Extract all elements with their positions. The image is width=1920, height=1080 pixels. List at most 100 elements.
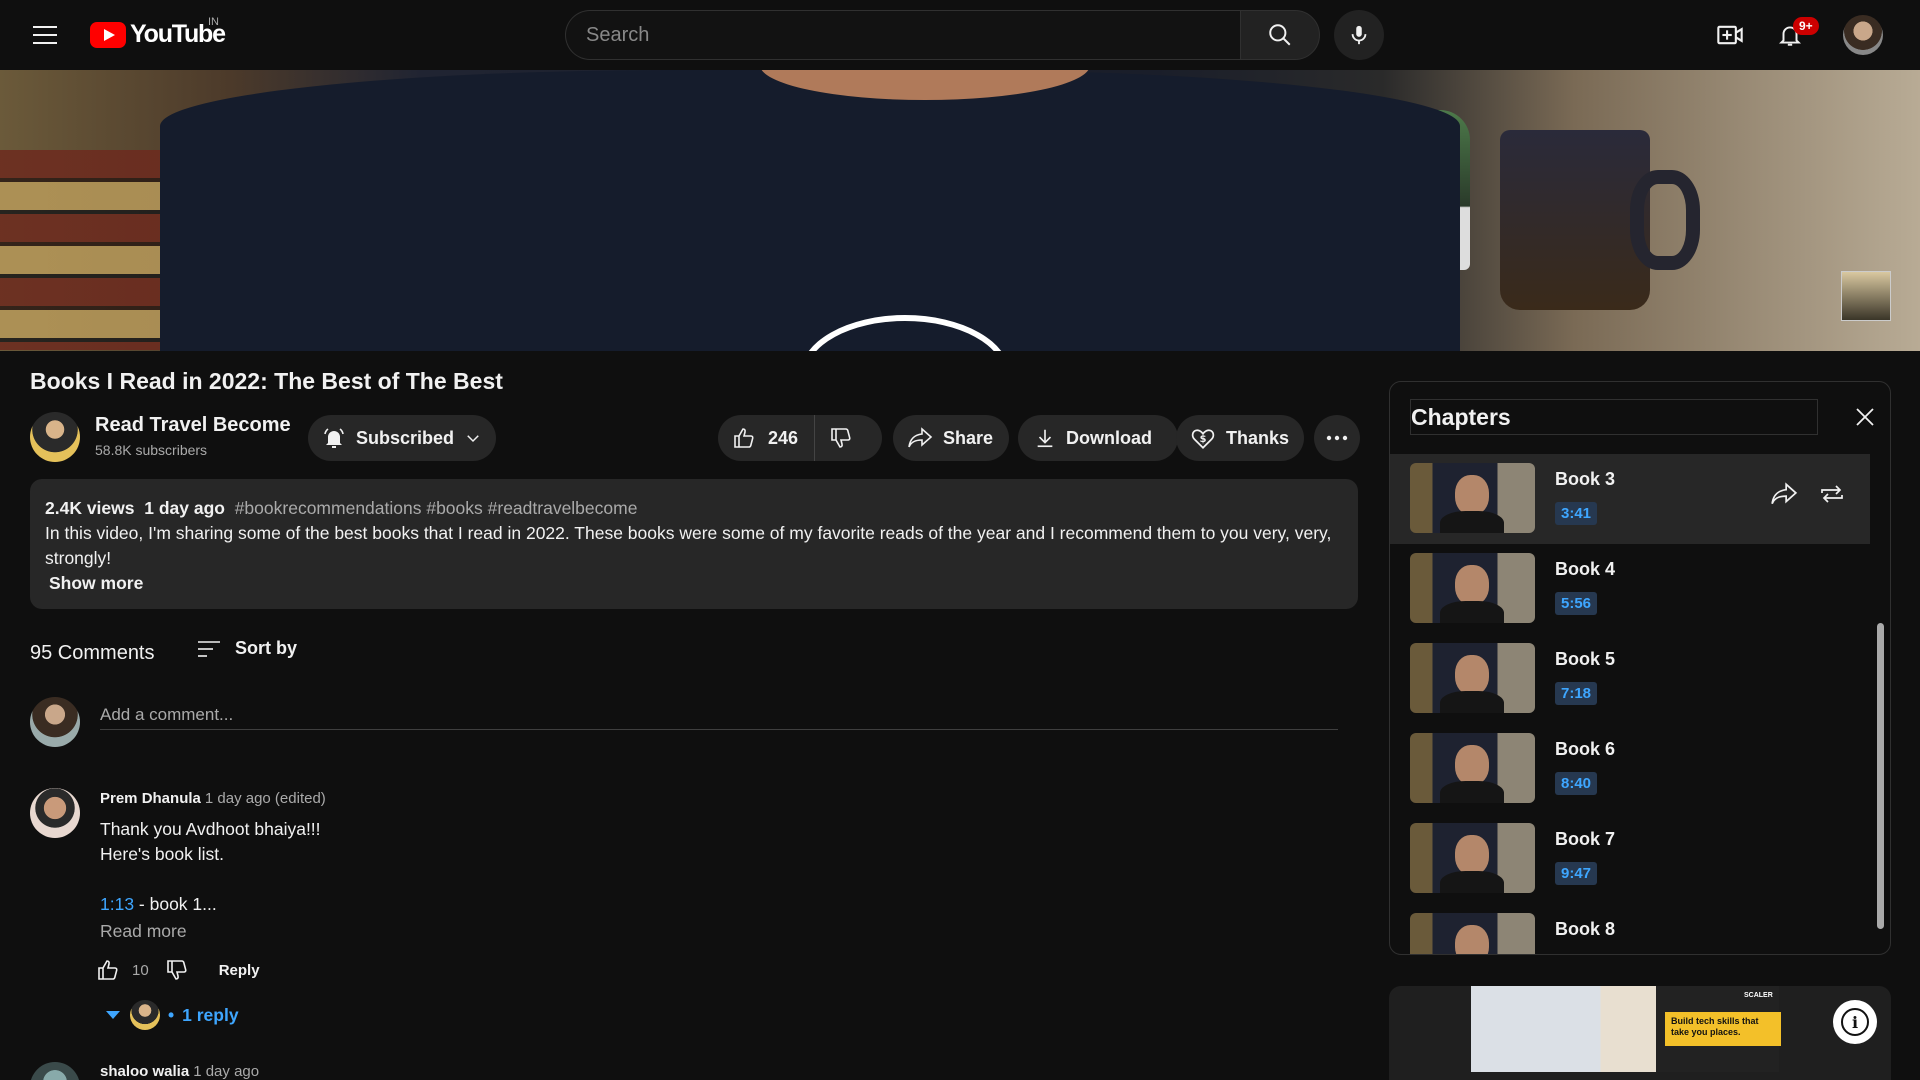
search-button[interactable]	[1240, 10, 1320, 60]
subscribe-button[interactable]: Subscribed	[308, 415, 496, 461]
comment-text: Thank you Avdhoot bhaiya!!! Here's book …	[100, 817, 321, 917]
mic-icon	[1351, 25, 1367, 45]
ad-info-button[interactable]: i	[1833, 1000, 1877, 1044]
comment-author[interactable]: Prem Dhanula	[100, 790, 201, 807]
view-replies-button[interactable]: • 1 reply	[104, 1000, 239, 1030]
comment-author-avatar[interactable]	[30, 788, 80, 838]
like-dislike-group: 246	[718, 415, 882, 461]
thanks-label: Thanks	[1226, 427, 1290, 448]
comment-time[interactable]: 1 day ago (edited)	[205, 790, 326, 807]
thanks-button[interactable]: $ Thanks	[1176, 415, 1304, 461]
chapter-thumbnail	[1410, 913, 1535, 954]
chapter-thumbnail	[1410, 733, 1535, 803]
info-icon: i	[1841, 1008, 1869, 1036]
chapter-item[interactable]: Book 3 3:41	[1390, 454, 1870, 544]
chapters-title: Chapters	[1410, 399, 1818, 435]
voice-search-button[interactable]	[1334, 10, 1384, 60]
dislike-icon[interactable]	[165, 958, 189, 982]
more-icon	[1326, 435, 1348, 441]
create-button[interactable]	[1710, 15, 1750, 55]
chapter-item[interactable]: Book 8	[1390, 904, 1870, 954]
top-bar: YouTube IN 9+	[0, 0, 1920, 70]
youtube-logo[interactable]: YouTube	[90, 20, 226, 49]
video-player[interactable]	[0, 70, 1920, 351]
menu-icon[interactable]	[26, 20, 64, 50]
description-meta: 2.4K views 1 day ago #bookrecommendation…	[45, 496, 1343, 521]
add-comment-input[interactable]	[100, 700, 1338, 730]
channel-avatar[interactable]	[30, 412, 80, 462]
channel-name[interactable]: Read Travel Become	[95, 414, 291, 437]
show-more-button[interactable]: Show more	[49, 571, 1343, 596]
hashtags[interactable]: #bookrecommendations #books #readtravelb…	[235, 498, 638, 518]
comment-time[interactable]: 1 day ago	[193, 1063, 259, 1080]
chapters-scrollbar[interactable]	[1877, 623, 1884, 929]
close-chapters-button[interactable]	[1850, 402, 1880, 432]
subscriber-count: 58.8K subscribers	[95, 442, 208, 458]
close-icon	[1856, 408, 1874, 426]
comment-author[interactable]: shaloo walia	[100, 1063, 189, 1080]
dislike-button[interactable]	[815, 415, 853, 461]
video-mug	[1500, 130, 1650, 310]
share-icon[interactable]	[1770, 482, 1798, 506]
chapter-name: Book 8	[1555, 919, 1616, 939]
chapter-thumbnail	[1410, 823, 1535, 893]
chapter-time: 5:56	[1555, 592, 1598, 615]
share-label: Share	[943, 427, 994, 448]
upload-date: 1 day ago	[144, 498, 225, 518]
download-icon	[1037, 429, 1053, 448]
chapter-item[interactable]: Book 5 7:18	[1390, 634, 1870, 724]
like-icon[interactable]	[96, 958, 120, 982]
video-person	[160, 70, 1460, 351]
more-actions-button[interactable]	[1314, 415, 1360, 461]
chapter-item[interactable]: Book 4 5:56	[1390, 544, 1870, 634]
ad-text: Build tech skills that take you places.	[1665, 1012, 1781, 1046]
download-label: Download	[1066, 427, 1152, 448]
ad-brand: SCALER	[1744, 992, 1773, 999]
loop-icon[interactable]	[1818, 482, 1846, 506]
comment-timestamp-link[interactable]: 1:13	[100, 894, 134, 914]
chapter-name: Book 6	[1555, 739, 1616, 759]
notification-badge: 9+	[1793, 17, 1819, 35]
comment-author-line: shaloo walia 1 day ago	[100, 1063, 259, 1080]
chapter-item[interactable]: Book 6 8:40	[1390, 724, 1870, 814]
download-button[interactable]: Download	[1018, 415, 1178, 461]
create-icon	[1717, 25, 1743, 45]
svg-text:$: $	[1200, 434, 1207, 445]
description-box[interactable]: 2.4K views 1 day ago #bookrecommendation…	[30, 479, 1358, 609]
chapters-panel: Chapters Book 3 3:41 Book 4 5:56 Book 5 …	[1389, 381, 1891, 955]
search-input[interactable]	[565, 10, 1240, 60]
chapter-time: 8:40	[1555, 772, 1598, 795]
comment-line-2: Here's book list.	[100, 844, 224, 864]
account-avatar[interactable]	[1843, 15, 1883, 55]
reply-button[interactable]: Reply	[219, 962, 260, 979]
replies-dot: •	[168, 1004, 175, 1025]
read-more-button[interactable]: Read more	[100, 921, 187, 942]
ad-banner[interactable]: SCALER Build tech skills that take you p…	[1389, 986, 1891, 1080]
chapter-name: Book 5	[1555, 649, 1616, 669]
chapter-time: 7:18	[1555, 682, 1598, 705]
chapter-name: Book 7	[1555, 829, 1616, 849]
search-bar	[565, 10, 1320, 60]
chapters-list: Book 3 3:41 Book 4 5:56 Book 5 7:18 Book…	[1390, 454, 1870, 954]
comment-line-3: 1:13 - book 1...	[100, 892, 321, 917]
dislike-icon	[831, 428, 851, 448]
sort-by-label: Sort by	[235, 638, 298, 658]
share-icon	[908, 427, 933, 448]
share-button[interactable]: Share	[893, 415, 1009, 461]
view-count: 2.4K views	[45, 498, 135, 518]
comment-actions: 10 Reply	[96, 958, 260, 982]
chapter-thumbnail	[1410, 553, 1535, 623]
comment-author-line: Prem Dhanula 1 day ago (edited)	[100, 790, 326, 807]
sort-by-button[interactable]: Sort by	[197, 638, 297, 659]
like-button[interactable]: 246	[718, 415, 816, 461]
comment-author-avatar[interactable]	[30, 1062, 80, 1080]
comment-like-count: 10	[132, 961, 149, 979]
like-count: 246	[768, 427, 799, 448]
chapter-time: 3:41	[1555, 502, 1598, 525]
youtube-logo-icon	[90, 21, 126, 48]
replies-label: 1 reply	[182, 1004, 239, 1025]
comment-line-1: Thank you Avdhoot bhaiya!!!	[100, 819, 321, 839]
video-mug-handle	[1630, 170, 1700, 270]
channel-watermark[interactable]	[1841, 271, 1891, 321]
chapter-item[interactable]: Book 7 9:47	[1390, 814, 1870, 904]
